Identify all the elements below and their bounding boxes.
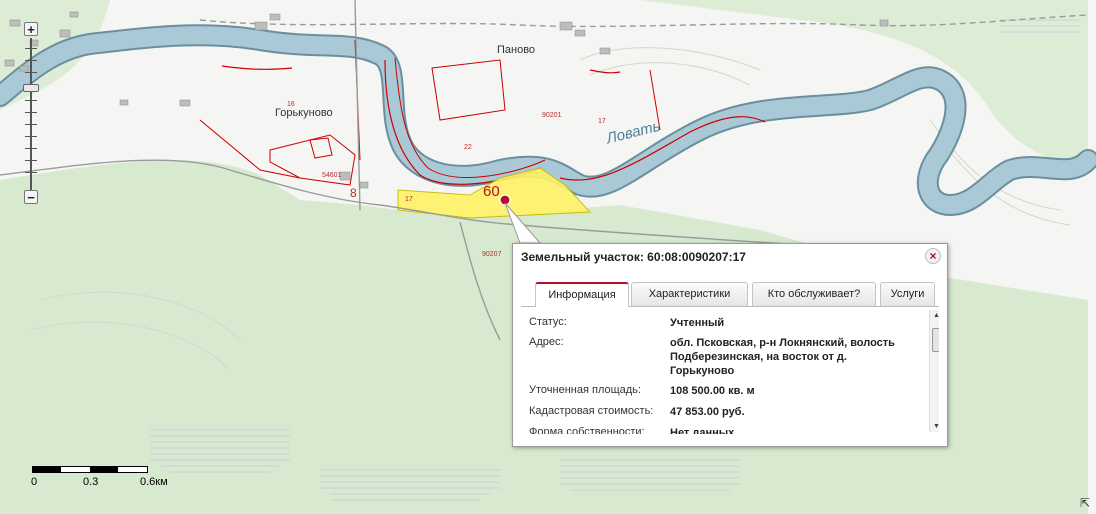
tab-services[interactable]: Услуги — [880, 282, 935, 306]
map-viewport[interactable]: Горькуново Паново Ловать 16 54601 8 9020… — [0, 0, 1096, 514]
popup-tabs: Информация Характеристики Кто обслуживае… — [521, 278, 939, 307]
place-label-gorkunovo: Горькуново — [275, 107, 333, 119]
popup-content[interactable]: Статус: Учтенный Адрес: обл. Псковская, … — [521, 308, 939, 434]
tab-who-serves[interactable]: Кто обслуживает? — [752, 282, 876, 306]
ownership-label: Форма собственности: — [529, 426, 645, 434]
close-icon[interactable]: × — [925, 248, 941, 264]
tab-information[interactable]: Информация — [535, 282, 629, 307]
zoom-tick — [25, 160, 37, 161]
ownership-value: Нет данных — [670, 427, 735, 434]
zoom-tick — [25, 100, 37, 101]
popup-scrollbar[interactable]: ▲ ▼ — [929, 310, 939, 432]
parcel-number: 22 — [464, 144, 472, 151]
popup-title: Земельный участок: 60:08:0090207:17 — [521, 250, 746, 264]
scale-bar — [32, 466, 148, 473]
scrollbar-thumb[interactable] — [932, 328, 939, 352]
zoom-tick — [25, 136, 37, 137]
parcel-number: 90201 — [542, 112, 562, 119]
scroll-up-icon[interactable]: ▲ — [933, 312, 939, 319]
address-label: Адрес: — [529, 336, 564, 348]
scale-label-end: 0.6км — [140, 476, 168, 488]
zoom-tick — [25, 124, 37, 125]
scroll-down-icon[interactable]: ▼ — [933, 423, 939, 430]
place-label-panovo: Паново — [497, 44, 536, 56]
zoom-out-button[interactable]: − — [24, 190, 38, 204]
zoom-in-button[interactable]: + — [24, 22, 38, 36]
scale-label-mid: 0.3 — [83, 476, 99, 488]
zoom-tick — [25, 172, 37, 173]
status-value: Учтенный — [670, 317, 725, 329]
zoom-tick — [25, 148, 37, 149]
scale-segment — [33, 467, 61, 472]
parcel-number: 90207 — [482, 251, 502, 258]
zoom-tick — [25, 112, 37, 113]
address-value: обл. Псковская, р-н Локнянский, волость … — [670, 337, 895, 377]
scale-segment — [90, 467, 118, 472]
cadastral-value-value: 47 853.00 руб. — [670, 406, 745, 418]
parcel-number-large: 60 — [483, 183, 500, 200]
parcel-number: 8 — [350, 186, 357, 200]
parcel-number: 54601 — [322, 172, 342, 179]
parcel-number: 17 — [598, 118, 606, 125]
zoom-slider-handle[interactable] — [23, 84, 39, 92]
parcel-number: 17 — [405, 196, 413, 203]
tab-characteristics[interactable]: Характеристики — [631, 282, 748, 306]
status-label: Статус: — [529, 316, 567, 328]
cadastral-value-label: Кадастровая стоимость: — [529, 405, 654, 417]
resize-icon[interactable]: ⇱ — [1080, 496, 1090, 510]
area-value: 108 500.00 кв. м — [670, 385, 755, 397]
scale-label-0: 0 — [31, 476, 38, 488]
area-label: Уточненная площадь: — [529, 384, 641, 396]
parcel-info-popup: Земельный участок: 60:08:0090207:17 × Ин… — [512, 243, 948, 447]
zoom-tick — [25, 60, 37, 61]
parcel-number: 16 — [287, 101, 295, 108]
zoom-tick — [25, 48, 37, 49]
zoom-tick — [25, 72, 37, 73]
